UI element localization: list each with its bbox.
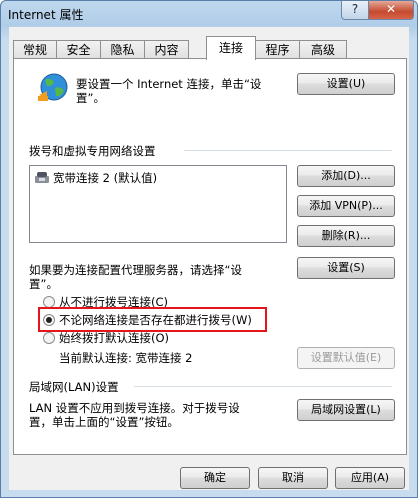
dialup-divider (184, 150, 392, 151)
ok-button[interactable]: 确定 (180, 467, 250, 489)
delete-button[interactable]: 删除(R)... (297, 225, 395, 247)
connections-list[interactable]: 宽带连接 2 (默认值) (29, 165, 287, 243)
close-button[interactable]: ✕ (368, 1, 414, 20)
title-bar[interactable]: Internet 属性 ? ✕ (1, 1, 417, 27)
radio-always-dial-default[interactable] (43, 332, 55, 344)
tab-general[interactable]: 常规 (13, 40, 57, 59)
cancel-button[interactable]: 取消 (258, 467, 328, 489)
tab-programs[interactable]: 程序 (255, 40, 300, 59)
connections-page: 要设置一个 Internet 连接，单击“设 置”。 设置(U) 拨号和虚拟专用… (13, 58, 407, 455)
tab-strip: 常规 安全 隐私 内容 连接 程序 高级 (9, 36, 409, 60)
add-button[interactable]: 添加(D)... (297, 165, 395, 187)
phone-connection-icon (34, 170, 50, 184)
apply-button[interactable]: 应用(A) (335, 467, 405, 489)
lan-heading: 局域网(LAN)设置 (29, 380, 119, 394)
globe-network-icon (36, 71, 70, 105)
setup-text-line2: 置”。 (76, 91, 105, 105)
window-title: Internet 属性 (8, 8, 84, 22)
tab-content[interactable]: 内容 (144, 40, 189, 59)
proxy-text-line1: 如果要为连接配置代理服务器，请选择“设 (29, 263, 242, 277)
setup-button[interactable]: 设置(U) (297, 73, 395, 95)
tab-advanced[interactable]: 高级 (299, 40, 347, 59)
lan-settings-button[interactable]: 局域网设置(L) (297, 399, 395, 421)
add-vpn-button[interactable]: 添加 VPN(P)... (297, 195, 395, 217)
tab-security[interactable]: 安全 (56, 40, 101, 59)
lan-text-line2: 置，单击上面的“设置”按钮。 (29, 415, 179, 429)
set-default-button[interactable]: 设置默认值(E) (297, 347, 395, 369)
current-default-text: 当前默认连接: 宽带连接 2 (59, 351, 193, 365)
connection-label: 宽带连接 2 (默认值) (53, 171, 158, 185)
internet-properties-window: Internet 属性 ? ✕ 常规 安全 隐私 内容 连接 程序 高级 要设置… (0, 0, 418, 498)
radio-always-dial-default-label: 始终拨打默认连接(O) (59, 331, 170, 345)
lan-divider (134, 386, 392, 387)
list-item[interactable]: 宽带连接 2 (默认值) (34, 169, 274, 185)
dialup-heading: 拨号和虚拟专用网络设置 (29, 144, 156, 158)
tab-privacy[interactable]: 隐私 (100, 40, 145, 59)
dialog-content: 常规 安全 隐私 内容 连接 程序 高级 要设置一个 Internet 连接，单… (9, 27, 409, 490)
proxy-settings-button[interactable]: 设置(S) (297, 257, 395, 279)
help-button[interactable]: ? (341, 1, 369, 20)
proxy-text-line2: 置”。 (29, 277, 58, 291)
highlight-box (38, 307, 267, 332)
tab-connections[interactable]: 连接 (206, 36, 256, 60)
